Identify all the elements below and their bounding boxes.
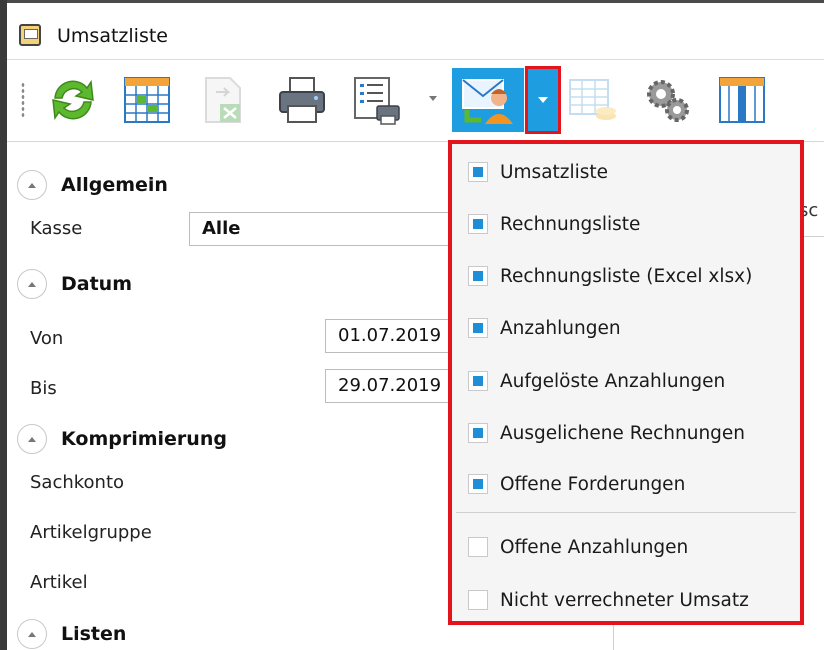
settings-gears-icon — [647, 80, 689, 122]
mail-dropdown-menu: Umsatzliste Rechnungsliste Rechnungslist… — [448, 140, 804, 625]
mail-dropdown-button[interactable] — [525, 66, 561, 134]
calendar-button[interactable] — [117, 68, 177, 132]
artikel-label: Artikel — [30, 572, 88, 593]
title-bar: Umsatzliste — [7, 3, 824, 60]
checkbox-checked[interactable] — [468, 318, 488, 338]
checkbox-checked[interactable] — [468, 371, 488, 391]
menu-item-label: Rechnungsliste (Excel xlsx) — [500, 265, 753, 287]
menu-item-rechnungsliste-excel[interactable]: Rechnungsliste (Excel xlsx) — [452, 256, 800, 296]
send-mail-button[interactable] — [452, 68, 524, 132]
menu-item-label: Ausgelichene Rechnungen — [500, 422, 746, 444]
menu-item-rechnungsliste[interactable]: Rechnungsliste — [452, 204, 800, 244]
section-listen[interactable]: Listen — [17, 616, 126, 650]
section-komprimierung[interactable]: Komprimierung — [17, 421, 227, 457]
bis-label: Bis — [30, 378, 57, 399]
checkbox-checked[interactable] — [468, 162, 488, 182]
section-title: Listen — [61, 623, 127, 645]
table-coins-icon — [569, 79, 616, 120]
menu-item-label: Offene Forderungen — [500, 473, 686, 495]
excel-export-button[interactable] — [192, 68, 252, 132]
section-datum[interactable]: Datum — [17, 266, 132, 302]
von-label: Von — [30, 328, 64, 349]
menu-item-nicht-verrechneter-umsatz[interactable]: Nicht verrechneter Umsatz — [452, 580, 800, 620]
table-coins-button[interactable] — [562, 68, 622, 132]
section-title: Komprimierung — [61, 428, 227, 450]
toolbar — [7, 60, 824, 142]
menu-item-label: Aufgelöste Anzahlungen — [500, 370, 726, 392]
collapse-icon[interactable] — [17, 269, 47, 299]
window-title: Umsatzliste — [57, 25, 168, 47]
chevron-down-icon — [538, 97, 548, 103]
menu-item-label: Umsatzliste — [500, 161, 609, 183]
checkbox-checked[interactable] — [468, 423, 488, 443]
collapse-icon[interactable] — [17, 170, 47, 200]
print-list-dropdown-icon[interactable] — [429, 96, 437, 101]
checkbox-checked[interactable] — [468, 474, 488, 494]
collapse-icon[interactable] — [17, 619, 47, 649]
menu-item-aufgeloeste-anzahlungen[interactable]: Aufgelöste Anzahlungen — [452, 361, 800, 401]
collapse-icon[interactable] — [17, 424, 47, 454]
von-date-field[interactable]: 01.07.2019 — [325, 319, 459, 353]
checkbox-checked[interactable] — [468, 266, 488, 286]
checkbox-checked[interactable] — [468, 214, 488, 234]
settings-button[interactable] — [637, 68, 697, 132]
menu-item-offene-anzahlungen[interactable]: Offene Anzahlungen — [452, 527, 800, 567]
menu-item-label: Anzahlungen — [500, 317, 621, 339]
menu-item-label: Offene Anzahlungen — [500, 536, 689, 558]
bis-date-field[interactable]: 29.07.2019 — [325, 369, 459, 403]
menu-item-umsatzliste[interactable]: Umsatzliste — [452, 152, 800, 192]
sachkonto-label: Sachkonto — [30, 472, 125, 493]
section-title: Datum — [61, 273, 132, 295]
kasse-label: Kasse — [30, 218, 83, 239]
columns-icon — [719, 77, 765, 123]
excel-export-icon — [205, 77, 241, 123]
menu-item-anzahlungen[interactable]: Anzahlungen — [452, 308, 800, 348]
app-icon — [19, 24, 41, 46]
print-list-icon — [354, 77, 400, 125]
checkbox-unchecked[interactable] — [468, 537, 488, 557]
section-allgemein[interactable]: Allgemein — [17, 167, 168, 203]
menu-item-label: Nicht verrechneter Umsatz — [500, 589, 749, 611]
print-button[interactable] — [272, 68, 332, 132]
checkbox-unchecked[interactable] — [468, 590, 488, 610]
menu-item-ausgelichene-rechnungen[interactable]: Ausgelichene Rechnungen — [452, 413, 800, 453]
kasse-field[interactable]: Alle — [189, 212, 459, 246]
menu-item-label: Rechnungsliste — [500, 213, 641, 235]
columns-button[interactable] — [712, 68, 772, 132]
artikelgruppe-label: Artikelgruppe — [30, 522, 152, 543]
calendar-grid-icon — [124, 77, 170, 123]
print-list-button[interactable] — [347, 68, 407, 132]
mail-person-icon — [462, 79, 513, 124]
window-left-border — [0, 0, 7, 650]
printer-icon — [279, 77, 325, 123]
toolbar-grip[interactable] — [21, 82, 25, 118]
refresh-icon — [52, 79, 94, 121]
menu-item-offene-forderungen[interactable]: Offene Forderungen — [452, 464, 800, 504]
section-title: Allgemein — [61, 174, 168, 196]
refresh-button[interactable] — [43, 68, 103, 132]
menu-separator — [456, 512, 796, 513]
